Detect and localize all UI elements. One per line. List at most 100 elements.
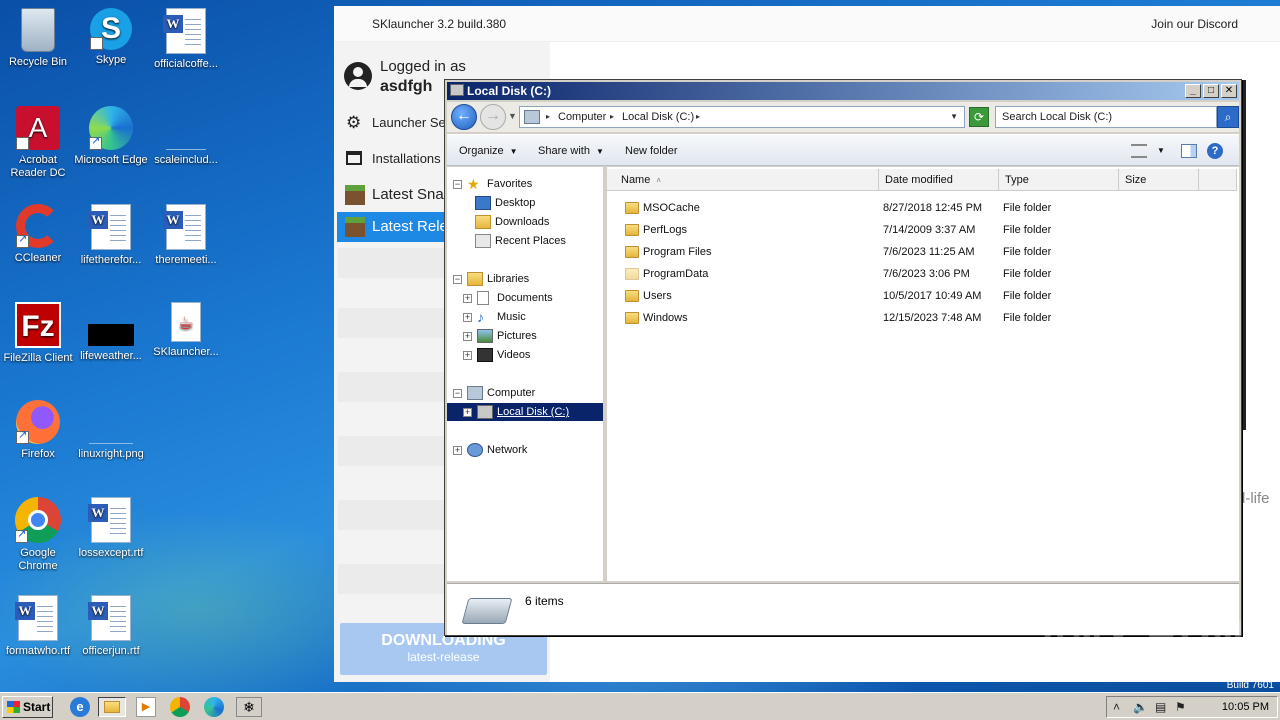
volume-icon[interactable]: 🔈 bbox=[1133, 699, 1148, 715]
tree-desktop[interactable]: Desktop bbox=[475, 194, 535, 212]
desktop-icon-officialcoffe[interactable]: W officialcoffe... bbox=[148, 8, 224, 71]
table-row[interactable]: Program Files 7/6/2023 11:25 AM File fol… bbox=[607, 241, 1237, 263]
tree-libraries[interactable]: − Libraries bbox=[453, 270, 529, 288]
explorer-titlebar[interactable]: Local Disk (C:) _ □ ✕ bbox=[447, 82, 1239, 100]
tree-videos[interactable]: + Videos bbox=[463, 346, 530, 364]
column-header-name[interactable]: Name ˄ bbox=[607, 169, 879, 191]
tree-label: Favorites bbox=[487, 178, 533, 190]
desktop-icon-lifetherefor[interactable]: W lifetherefor... bbox=[73, 204, 149, 267]
tree-downloads[interactable]: Downloads bbox=[475, 213, 549, 231]
chevron-right-icon[interactable]: ▸ bbox=[546, 107, 550, 127]
expand-icon[interactable]: + bbox=[463, 313, 472, 322]
explorer-taskbar-button[interactable] bbox=[98, 697, 126, 717]
tree-label: Recent Places bbox=[495, 235, 566, 247]
table-row[interactable]: Users 10/5/2017 10:49 AM File folder bbox=[607, 285, 1237, 307]
expand-icon[interactable]: + bbox=[463, 332, 472, 341]
table-row[interactable]: Windows 12/15/2023 7:48 AM File folder bbox=[607, 307, 1237, 329]
tree-network[interactable]: + Network bbox=[453, 441, 527, 459]
forward-button[interactable]: → bbox=[480, 104, 506, 130]
collapse-icon[interactable]: − bbox=[453, 180, 462, 189]
refresh-button[interactable]: ⟳ bbox=[969, 107, 989, 127]
folder-icon bbox=[625, 290, 639, 302]
chevron-down-icon[interactable]: ▼ bbox=[950, 107, 958, 127]
column-header-spacer bbox=[1199, 169, 1237, 191]
word-doc-icon: W bbox=[88, 595, 134, 641]
desktop-icon-edge[interactable]: Microsoft Edge bbox=[73, 106, 149, 167]
file-date: 10/5/2017 10:49 AM bbox=[883, 290, 982, 302]
explorer-window: Local Disk (C:) _ □ ✕ ← → ▼ ▸ Computer ▸… bbox=[444, 79, 1242, 636]
desktop-icon-theremeeti[interactable]: W theremeeti... bbox=[148, 204, 224, 267]
expand-icon[interactable]: + bbox=[463, 351, 472, 360]
desktop-icon-lossexcept[interactable]: W lossexcept.rtf bbox=[73, 497, 149, 560]
clock[interactable]: 10:05 PM bbox=[1222, 697, 1269, 717]
expand-icon[interactable]: + bbox=[463, 294, 472, 303]
recent-pages-icon[interactable]: ▼ bbox=[508, 111, 517, 121]
table-row[interactable]: ProgramData 7/6/2023 3:06 PM File folder bbox=[607, 263, 1237, 285]
edge-icon[interactable] bbox=[204, 697, 224, 717]
desktop-icon-formatwho[interactable]: W formatwho.rtf bbox=[0, 595, 76, 658]
content-divider bbox=[1242, 80, 1246, 430]
show-hidden-icons-icon[interactable]: ˄ bbox=[1113, 699, 1120, 715]
desktop-icon-acrobat[interactable]: A Acrobat Reader DC bbox=[0, 106, 76, 180]
column-header-size[interactable]: Size bbox=[1119, 169, 1199, 191]
tree-documents[interactable]: + Documents bbox=[463, 289, 553, 307]
chevron-right-icon[interactable]: ▸ bbox=[696, 107, 700, 127]
chevron-right-icon[interactable]: ▸ bbox=[610, 107, 614, 127]
share-with-button[interactable]: Share with ▼ bbox=[538, 135, 604, 168]
address-bar[interactable]: ▸ Computer ▸ Local Disk (C:) ▸ ▼ bbox=[519, 106, 965, 128]
desktop-icon-scaleinclud[interactable]: scaleinclud... bbox=[148, 106, 224, 167]
chevron-down-icon[interactable]: ▼ bbox=[1157, 135, 1165, 167]
close-button[interactable]: ✕ bbox=[1221, 84, 1237, 98]
table-row[interactable]: PerfLogs 7/14/2009 3:37 AM File folder bbox=[607, 219, 1237, 241]
word-doc-icon: W bbox=[15, 595, 61, 641]
action-center-flag-icon[interactable]: ⚑ bbox=[1175, 699, 1186, 715]
expand-icon[interactable]: + bbox=[463, 408, 472, 417]
preview-pane-icon[interactable] bbox=[1181, 144, 1197, 158]
chrome-icon[interactable] bbox=[170, 697, 190, 717]
tree-computer[interactable]: − Computer bbox=[453, 384, 535, 402]
tree-pictures[interactable]: + Pictures bbox=[463, 327, 537, 345]
back-button[interactable]: ← bbox=[451, 104, 477, 130]
file-name: ProgramData bbox=[643, 268, 709, 280]
sklauncher-taskbar-icon[interactable]: ❄ bbox=[236, 697, 262, 717]
file-date: 8/27/2018 12:45 PM bbox=[883, 202, 983, 214]
desktop-icon-chrome[interactable]: Google Chrome bbox=[0, 497, 76, 573]
desktop-icon-recycle-bin[interactable]: Recycle Bin bbox=[0, 8, 76, 69]
tree-music[interactable]: + ♪ Music bbox=[463, 308, 526, 326]
new-folder-button[interactable]: New folder bbox=[625, 135, 678, 167]
table-row[interactable]: MSOCache 8/27/2018 12:45 PM File folder bbox=[607, 197, 1237, 219]
desktop-icon-filezilla[interactable]: Fz FileZilla Client bbox=[0, 302, 76, 365]
minimize-button[interactable]: _ bbox=[1185, 84, 1201, 98]
desktop-icon-sklauncher[interactable]: ☕ SKlauncher... bbox=[148, 302, 224, 359]
network-status-icon[interactable]: ▤ bbox=[1155, 699, 1166, 715]
collapse-icon[interactable]: − bbox=[453, 275, 462, 284]
image-file-icon bbox=[166, 130, 206, 150]
hidden-folder-icon bbox=[625, 268, 639, 280]
organize-button[interactable]: Organize ▼ bbox=[459, 135, 518, 168]
search-icon[interactable]: ⌕ bbox=[1217, 106, 1239, 128]
desktop-icon-linuxright[interactable]: linuxright.png bbox=[73, 400, 149, 461]
breadcrumb-computer[interactable]: Computer bbox=[558, 107, 606, 127]
media-player-icon[interactable]: ▶ bbox=[136, 697, 156, 717]
join-discord-link[interactable]: Join our Discord bbox=[1151, 6, 1238, 42]
desktop-icon-officerjun[interactable]: W officerjun.rtf bbox=[73, 595, 149, 658]
help-icon[interactable]: ? bbox=[1207, 143, 1223, 159]
view-options-icon[interactable] bbox=[1131, 144, 1147, 158]
tree-local-disk[interactable]: + Local Disk (C:) bbox=[447, 403, 603, 421]
tree-recent-places[interactable]: Recent Places bbox=[475, 232, 566, 250]
tree-favorites[interactable]: − ★ Favorites bbox=[453, 175, 532, 193]
desktop-icon-ccleaner[interactable]: CCleaner bbox=[0, 204, 76, 265]
column-header-type[interactable]: Type bbox=[999, 169, 1119, 191]
desktop-icon-firefox[interactable]: Firefox bbox=[0, 400, 76, 461]
search-input[interactable]: Search Local Disk (C:) bbox=[995, 106, 1217, 128]
breadcrumb-local-disk[interactable]: Local Disk (C:) bbox=[622, 107, 694, 127]
internet-explorer-icon[interactable]: e bbox=[70, 697, 90, 717]
collapse-icon[interactable]: − bbox=[453, 389, 462, 398]
desktop-icon-lifeweather[interactable]: lifeweather... bbox=[73, 302, 149, 363]
maximize-button[interactable]: □ bbox=[1203, 84, 1219, 98]
expand-icon[interactable]: + bbox=[453, 446, 462, 455]
desktop-icon-skype[interactable]: S Skype bbox=[73, 8, 149, 77]
start-button[interactable]: Start bbox=[2, 696, 53, 718]
network-icon bbox=[467, 443, 483, 457]
column-header-date[interactable]: Date modified bbox=[879, 169, 999, 191]
